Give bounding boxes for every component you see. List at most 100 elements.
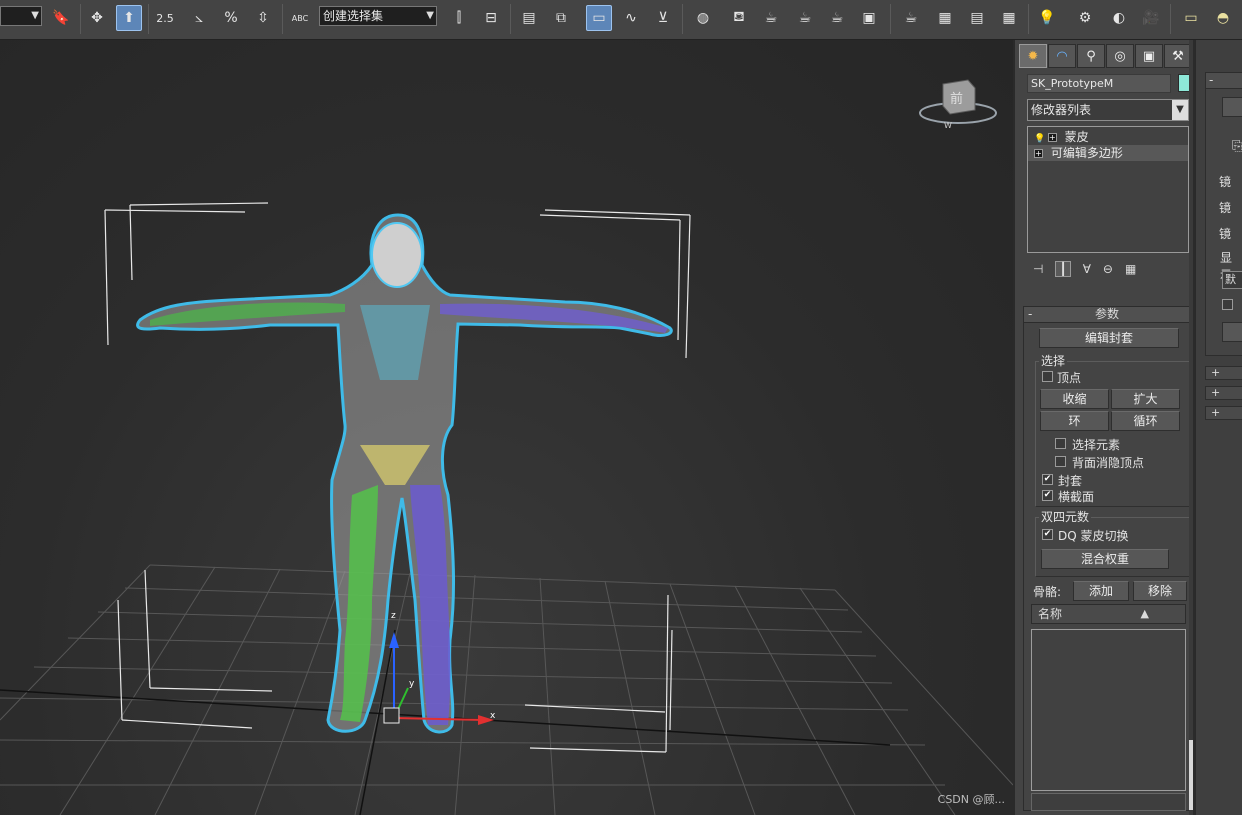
object-name-field[interactable]: SK_PrototypeM	[1027, 74, 1171, 93]
secondary-action-button[interactable]	[1222, 322, 1242, 342]
paste-icon[interactable]: ⎘	[1232, 139, 1242, 154]
parameters-title: 参数	[1094, 307, 1119, 321]
curve-editor-icon[interactable]: ∿	[618, 5, 644, 31]
hierarchy-tab-icon[interactable]: ⚲	[1077, 44, 1105, 68]
toolbar-separator	[682, 4, 683, 34]
toggle-ribbon-icon[interactable]: ▭	[586, 5, 612, 31]
envelope-checkbox[interactable]: ✔	[1042, 474, 1053, 485]
sort-ascending-icon[interactable]: ▲	[1141, 605, 1149, 623]
gizmo-center-icon	[383, 707, 400, 724]
expand-rollout-icon[interactable]: +	[1205, 366, 1242, 380]
add-bone-button[interactable]: 添加	[1073, 581, 1129, 601]
stack-item-skin[interactable]: 💡 + 蒙皮	[1028, 129, 1188, 145]
light-icon[interactable]: 💡	[1034, 5, 1060, 31]
robot-icon[interactable]: ⚙	[1072, 5, 1098, 31]
shrink-button[interactable]: 收缩	[1040, 389, 1109, 409]
backface-cull-checkbox[interactable]	[1055, 456, 1066, 467]
pin-stack-icon[interactable]: ⊣	[1033, 262, 1043, 276]
create-tab-icon[interactable]: ✹	[1019, 44, 1047, 68]
scene-explorer-icon[interactable]: ▤	[964, 5, 990, 31]
configure-modifier-sets-icon[interactable]: ▦	[1125, 262, 1136, 276]
bookmark-icon[interactable]: 🔖	[48, 5, 74, 31]
render-teapot-icon[interactable]: ☕	[898, 5, 924, 31]
z-axis-arrow-icon	[389, 632, 399, 648]
named-selection-set-dropdown[interactable]: 创建选择集 ▼	[319, 6, 437, 26]
render-iterative-icon[interactable]: ☕	[824, 5, 850, 31]
mirror-icon[interactable]: ⫿	[446, 5, 472, 31]
ground-grid	[0, 564, 1013, 815]
bone-filter-field[interactable]	[1031, 793, 1186, 811]
angle-snap-icon[interactable]: 2.5	[152, 5, 178, 31]
chevron-down-icon: ▼	[426, 10, 434, 21]
remove-bone-button[interactable]: 移除	[1133, 581, 1187, 601]
display-mode-dropdown[interactable]: 默认	[1222, 271, 1242, 289]
align-icon[interactable]: ⊟	[478, 5, 504, 31]
grow-button[interactable]: 扩大	[1111, 389, 1180, 409]
angle-snap-toggle-icon[interactable]: ⦣	[186, 5, 212, 31]
bone-list-header[interactable]: 名称 ▲	[1031, 604, 1186, 624]
secondary-checkbox[interactable]	[1222, 299, 1233, 310]
show-end-result-icon[interactable]: ┃	[1055, 261, 1071, 277]
layer-manager-icon[interactable]: ⧉	[548, 5, 574, 31]
cross-section-checkbox[interactable]: ✔	[1042, 490, 1053, 501]
rendered-frame-window-icon[interactable]: ☕	[758, 5, 784, 31]
schematic-view-icon[interactable]: ⊻	[650, 5, 676, 31]
blend-weights-button[interactable]: 混合权重	[1041, 549, 1169, 569]
camera-icon[interactable]: 🎥	[1138, 5, 1164, 31]
percent-snap-icon[interactable]: %	[218, 5, 244, 31]
move-icon[interactable]: ✥	[84, 5, 110, 31]
toolbar-separator	[1028, 4, 1029, 34]
display-tab-icon[interactable]: ▣	[1135, 44, 1163, 68]
render-production-icon[interactable]: ☕	[792, 5, 818, 31]
dome-icon[interactable]: ◓	[1210, 5, 1236, 31]
modifier-list-dropdown[interactable]: 修改器列表 ▼	[1027, 99, 1189, 121]
dq-skin-toggle-label: DQ 蒙皮切换	[1058, 529, 1129, 543]
main-toolbar: ▼ 🔖 ✥ ⬆ 2.5 ⦣ % ⇳ ABC 创建选择集 ▼ ⫿ ⊟ ▤ ⧉ ▭ …	[0, 0, 1242, 40]
toolbar-separator	[890, 4, 891, 34]
material-editor-icon[interactable]: ◍	[690, 5, 716, 31]
table-icon[interactable]: ▦	[996, 5, 1022, 31]
loop-button[interactable]: 循环	[1111, 411, 1180, 431]
make-unique-icon[interactable]: ∀	[1083, 262, 1091, 276]
layer-explorer-icon[interactable]: ▤	[516, 5, 542, 31]
perspective-viewport[interactable]: z x y 前 W CSDN @顾...	[0, 40, 1013, 815]
viewcube[interactable]: 前 W	[919, 79, 997, 130]
viewport-scene: z x y 前 W	[0, 79, 1013, 815]
window-icon[interactable]: ▭	[1178, 5, 1204, 31]
ring-button[interactable]: 环	[1040, 411, 1109, 431]
motion-tab-icon[interactable]: ◎	[1106, 44, 1134, 68]
expand-rollout-icon[interactable]: +	[1205, 386, 1242, 400]
edit-named-selection-icon[interactable]: ABC	[287, 5, 313, 31]
command-panel: ✹ ◠ ⚲ ◎ ▣ ⚒ SK_PrototypeM 修改器列表 ▼ 💡 + 蒙皮…	[1013, 40, 1193, 815]
stack-item-editable-poly[interactable]: + 可编辑多边形	[1028, 145, 1188, 161]
render-cloud-icon[interactable]: ▣	[856, 5, 882, 31]
toolbar-separator	[282, 4, 283, 34]
edit-envelope-button[interactable]: 编辑封套	[1039, 328, 1179, 348]
scrollbar-thumb[interactable]	[1189, 740, 1193, 810]
secondary-button[interactable]	[1222, 97, 1242, 117]
expand-icon[interactable]: +	[1034, 149, 1043, 158]
bone-list[interactable]	[1031, 629, 1186, 791]
render-frame-icon[interactable]: ▦	[932, 5, 958, 31]
sound-icon[interactable]: ◐	[1106, 5, 1132, 31]
placement-icon[interactable]: ⬆	[116, 5, 142, 31]
dq-skin-toggle-checkbox[interactable]: ✔	[1042, 529, 1053, 540]
utilities-tab-icon[interactable]: ⚒	[1164, 44, 1192, 68]
expand-rollout-icon[interactable]: +	[1205, 406, 1242, 420]
secondary-rollout-header[interactable]: -	[1206, 73, 1242, 89]
select-element-checkbox[interactable]	[1055, 438, 1066, 449]
remove-modifier-icon[interactable]: ⊖	[1103, 262, 1113, 276]
dual-quaternion-label: 双四元数	[1039, 508, 1092, 525]
named-selection-set-value: 创建选择集	[323, 9, 384, 23]
select-element-label: 选择元素	[1072, 438, 1121, 452]
gizmo-z-label: z	[391, 611, 396, 621]
render-setup-icon[interactable]: ⛾	[726, 5, 752, 31]
toolbar-separator	[148, 4, 149, 34]
command-panel-scrollbar[interactable]	[1189, 40, 1193, 815]
vertex-checkbox[interactable]	[1042, 371, 1053, 382]
parameters-rollout-header[interactable]: - 参数	[1024, 307, 1190, 323]
spinner-snap-icon[interactable]: ⇳	[250, 5, 276, 31]
expand-icon[interactable]: +	[1047, 133, 1057, 142]
modify-tab-icon[interactable]: ◠	[1048, 44, 1076, 68]
selection-filter-dropdown[interactable]: ▼	[0, 6, 42, 26]
